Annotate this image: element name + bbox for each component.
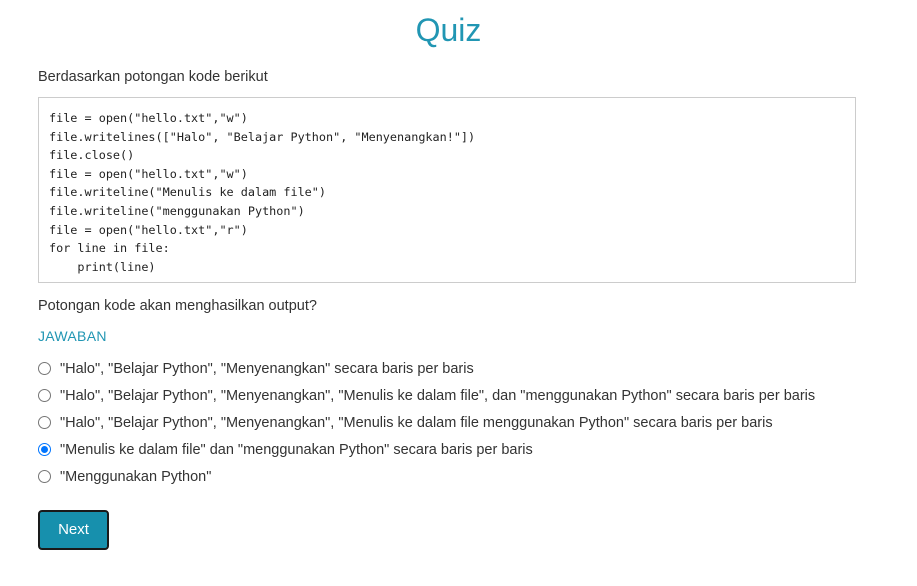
page-title: Quiz bbox=[415, 12, 482, 48]
radio-button-5[interactable] bbox=[38, 470, 51, 483]
question-text: Potongan kode akan menghasilkan output? bbox=[38, 298, 317, 314]
answer-option-2[interactable]: "Halo", "Belajar Python", "Menyenangkan"… bbox=[38, 382, 898, 409]
code-line: file = open("hello.txt","r") bbox=[49, 222, 248, 237]
answer-option-label: "Halo", "Belajar Python", "Menyenangkan"… bbox=[60, 414, 773, 431]
code-line: file.writeline("menggunakan Python") bbox=[49, 203, 305, 218]
code-line: file = open("hello.txt","w") bbox=[49, 166, 248, 181]
code-line: file = open("hello.txt","w") bbox=[49, 111, 248, 125]
question-prompt: Berdasarkan potongan kode berikut bbox=[38, 69, 268, 85]
code-line: file.writeline("Menulis ke dalam file") bbox=[49, 185, 326, 200]
radio-button-1[interactable] bbox=[38, 362, 51, 375]
answer-option-3[interactable]: "Halo", "Belajar Python", "Menyenangkan"… bbox=[38, 409, 898, 436]
radio-button-3[interactable] bbox=[38, 416, 51, 429]
answer-option-5[interactable]: "Menggunakan Python" bbox=[38, 463, 898, 490]
code-line: for line in file: bbox=[49, 241, 170, 256]
code-line: print(line) bbox=[49, 259, 156, 274]
answer-option-1[interactable]: "Halo", "Belajar Python", "Menyenangkan"… bbox=[38, 355, 898, 382]
answer-options: "Halo", "Belajar Python", "Menyenangkan"… bbox=[38, 355, 898, 490]
answer-option-label: "Halo", "Belajar Python", "Menyenangkan"… bbox=[60, 360, 474, 377]
code-line: file.close() bbox=[49, 148, 135, 163]
answer-option-label: "Halo", "Belajar Python", "Menyenangkan"… bbox=[60, 387, 816, 404]
radio-button-2[interactable] bbox=[38, 389, 51, 402]
radio-button-4[interactable] bbox=[38, 443, 51, 456]
code-line: file.writelines(["Halo", "Belajar Python… bbox=[49, 129, 476, 144]
answer-option-label: "Menulis ke dalam file" dan "menggunakan… bbox=[60, 441, 533, 458]
answer-heading: JAWABAN bbox=[38, 328, 107, 344]
next-button[interactable]: Next bbox=[38, 510, 109, 550]
answer-option-4[interactable]: "Menulis ke dalam file" dan "menggunakan… bbox=[38, 436, 898, 463]
code-block: file = open("hello.txt","w") file.writel… bbox=[38, 97, 856, 283]
quiz-page: Quiz Berdasarkan potongan kode berikut f… bbox=[0, 0, 917, 586]
answer-option-label: "Menggunakan Python" bbox=[60, 468, 212, 485]
